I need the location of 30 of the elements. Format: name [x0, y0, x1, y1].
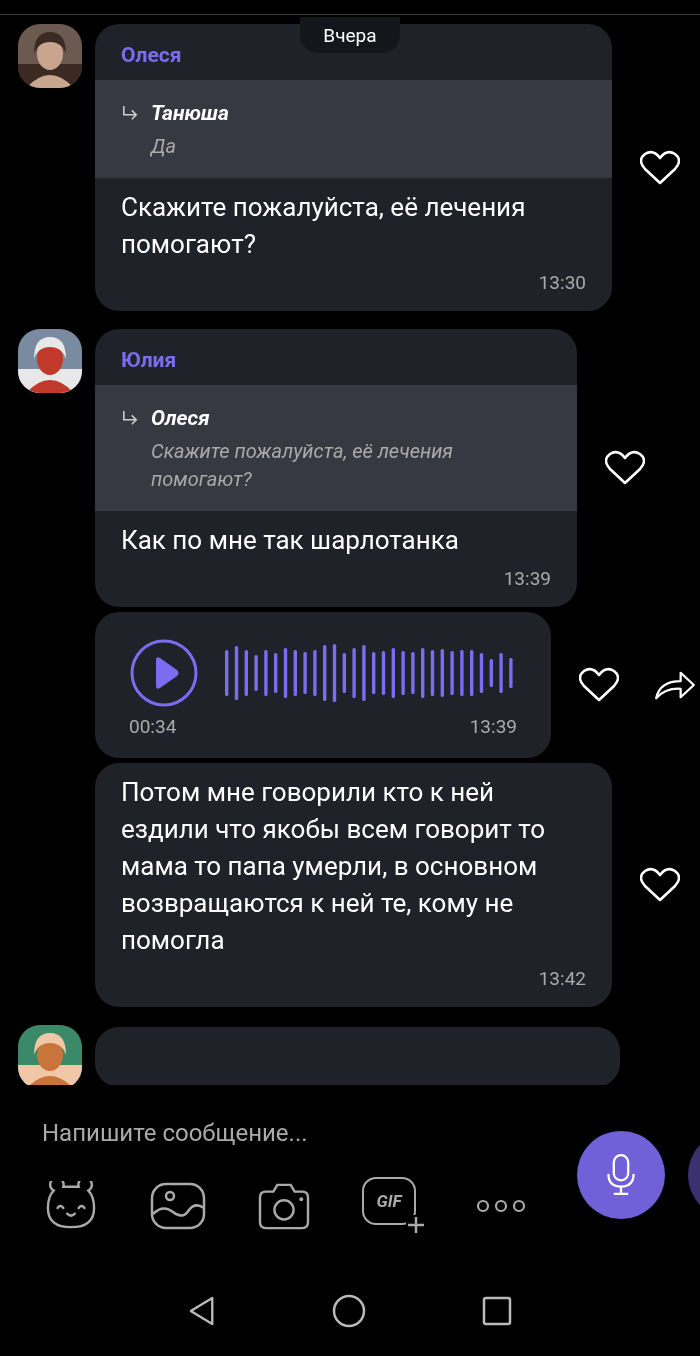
more-icon[interactable] [476, 1199, 526, 1213]
message-text: Как по мне так шарлотанка [120, 524, 460, 557]
message-time: 13:30 [537, 270, 587, 296]
message-text: Потом мне говорили кто к ней ездили что якобы всем говорит то мама то папа умерли, в основном возвращаются к ней те, кому не помогла [120, 776, 546, 957]
play-button[interactable] [129, 638, 199, 708]
quoted-sender: Олеся [151, 405, 210, 432]
quoted-text: Скажите пожалуйста, её лечения помогают? [150, 438, 454, 493]
share-icon[interactable] [653, 669, 697, 701]
home-icon[interactable] [332, 1293, 366, 1328]
camera-icon[interactable] [256, 1182, 312, 1230]
reply-arrow-icon [121, 410, 139, 426]
voice-duration: 00:34 [129, 714, 177, 740]
message-field[interactable]: Напишите сообщение... [42, 1115, 542, 1151]
recents-icon[interactable] [482, 1295, 512, 1326]
message-text: Скажите пожалуйста, её лечения помогают? [120, 191, 527, 261]
message-time: 13:42 [537, 966, 587, 992]
quoted-text: Да [149, 133, 178, 160]
reply-arrow-icon [121, 105, 139, 121]
quoted-sender: Танюша [151, 100, 229, 127]
sender-name: Юлия [120, 347, 178, 373]
heart-icon[interactable] [640, 867, 680, 903]
image-icon[interactable] [150, 1182, 206, 1230]
heart-icon[interactable] [605, 450, 645, 486]
date-label: Вчера [300, 17, 400, 53]
heart-icon[interactable] [579, 667, 619, 703]
heart-icon[interactable] [640, 149, 680, 186]
sender-name: Олеся [120, 42, 183, 68]
message-time: 13:39 [469, 714, 517, 740]
back-icon[interactable] [188, 1294, 216, 1327]
message-time: 13:39 [502, 566, 552, 592]
